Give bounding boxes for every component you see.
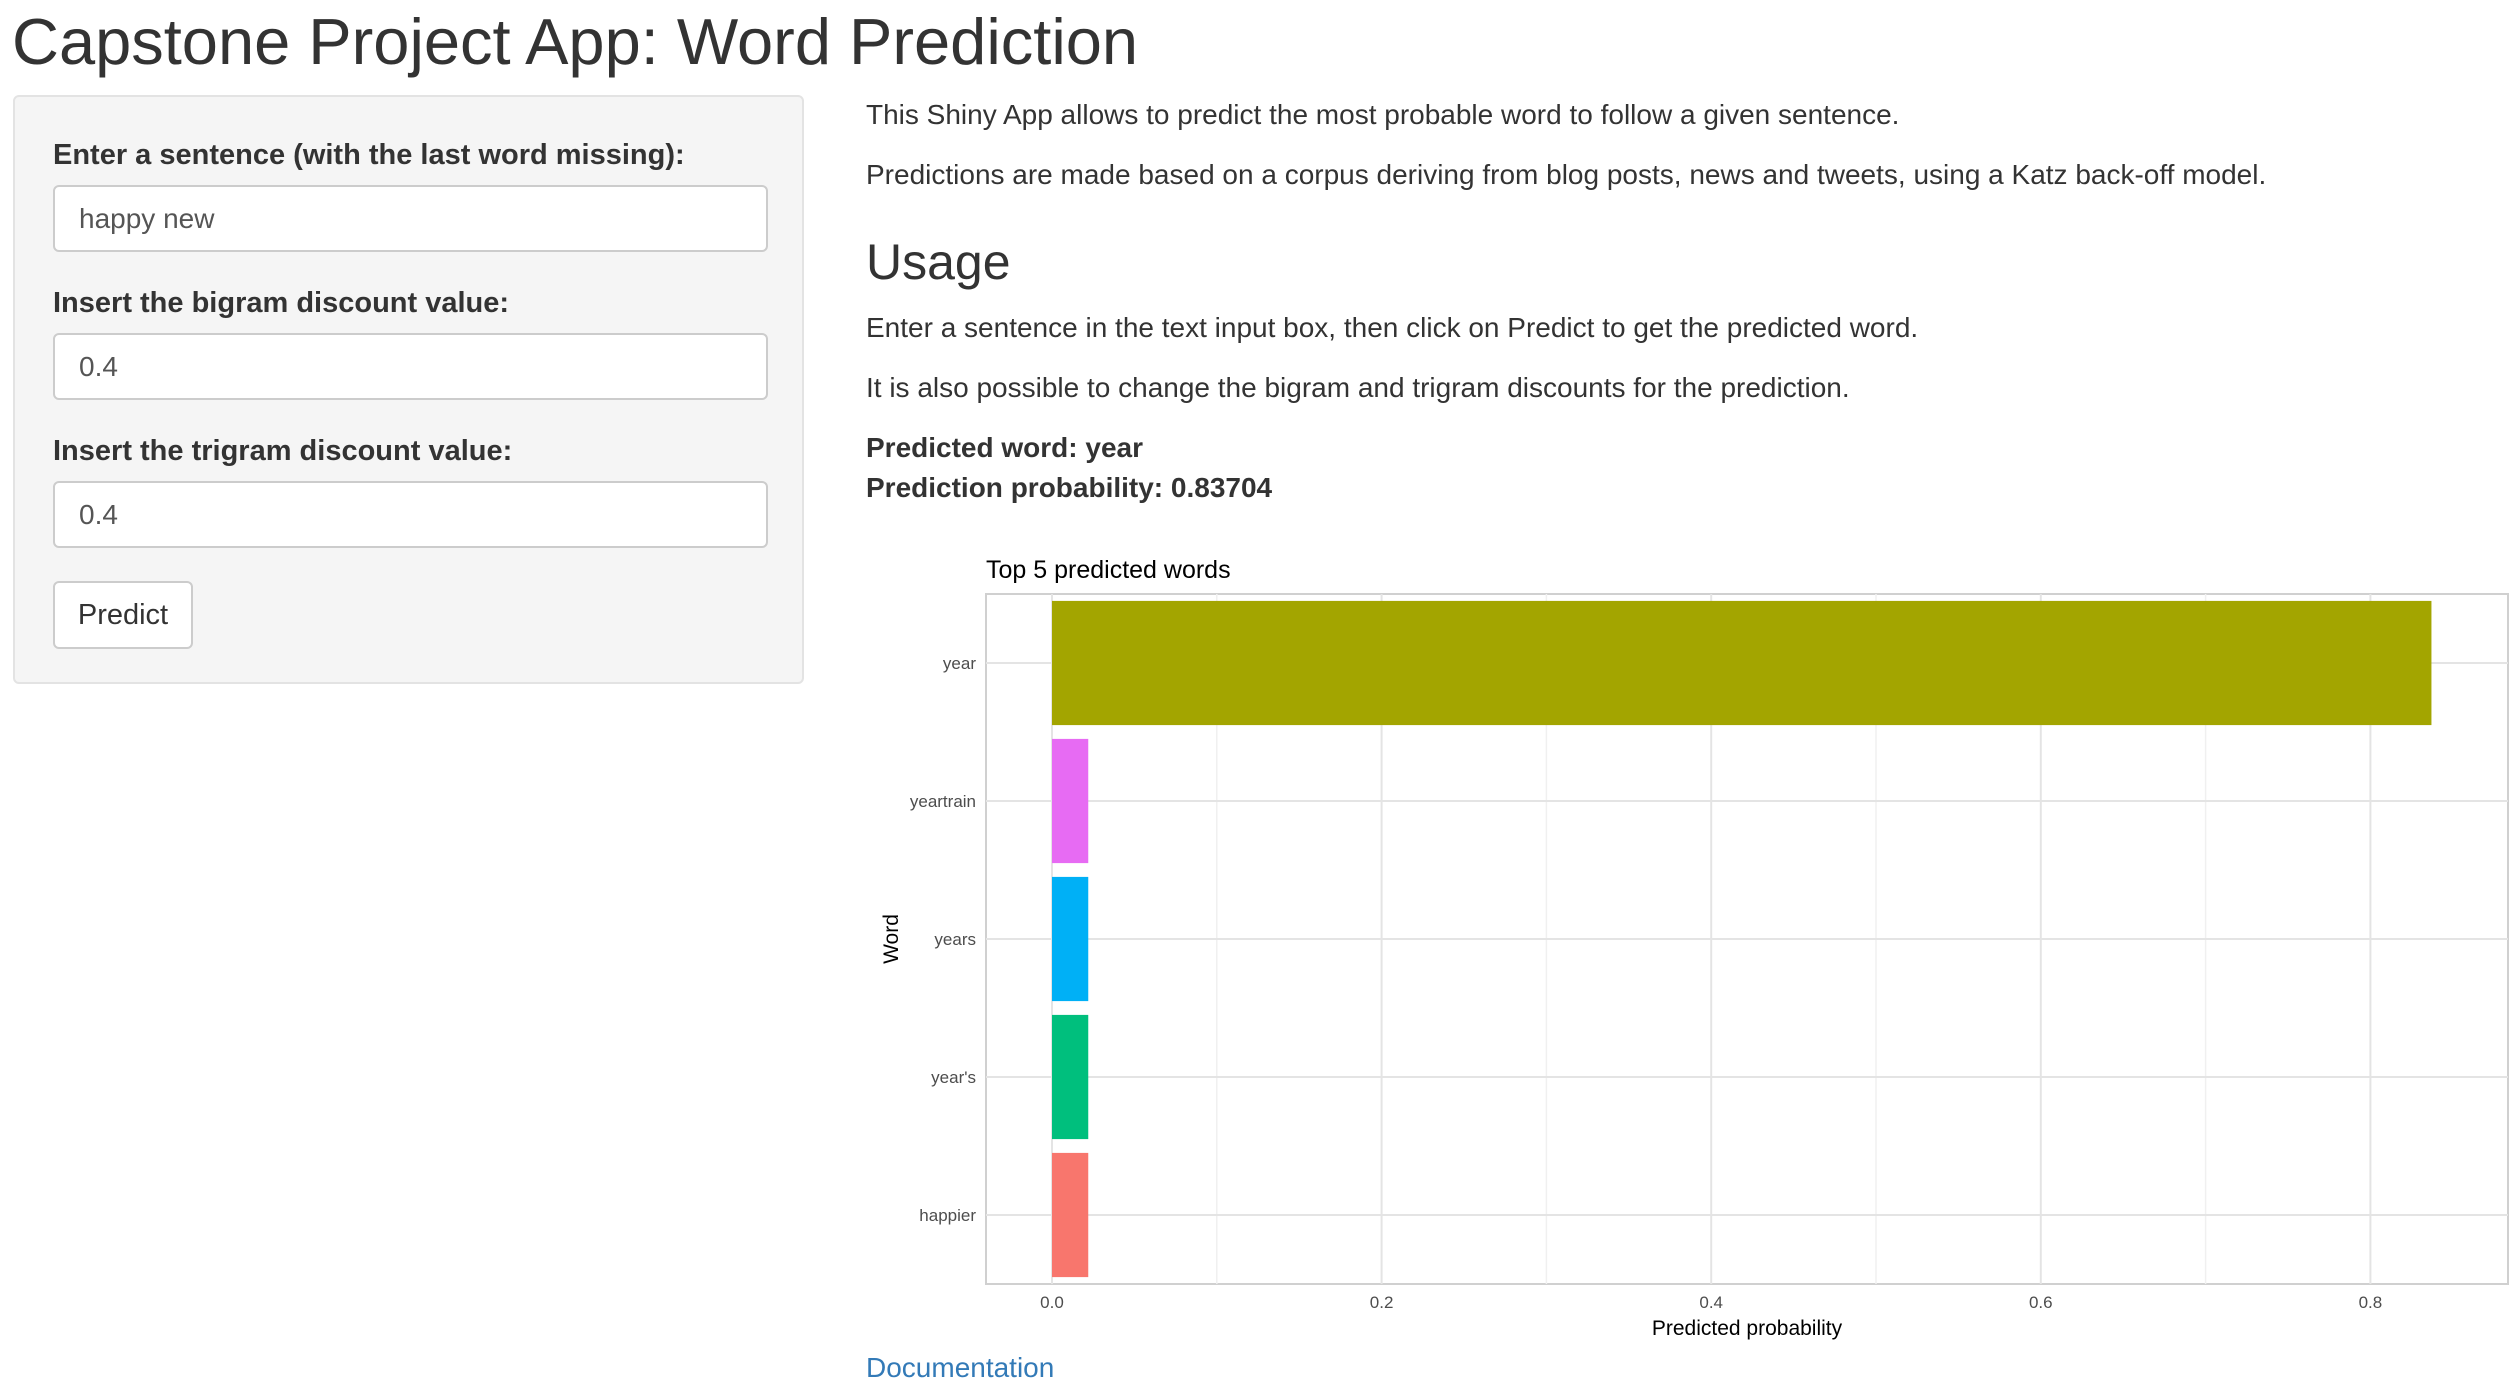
intro-text-2: Predictions are made based on a corpus d… xyxy=(866,159,2267,190)
usage-text-2: It is also possible to change the bigram… xyxy=(866,372,1850,403)
bar-year xyxy=(1052,600,2432,726)
sentence-label: Enter a sentence (with the last word mis… xyxy=(53,139,685,171)
bar-yeartrain xyxy=(1052,738,1089,864)
usage-text-1: Enter a sentence in the text input box, … xyxy=(866,312,1919,343)
y-tick-label: happier xyxy=(919,1206,976,1225)
x-tick-label: 0.8 xyxy=(2359,1293,2383,1312)
x-tick-label: 0.6 xyxy=(2029,1293,2053,1312)
x-axis-label: Predicted probability xyxy=(1652,1317,1843,1340)
bar-years xyxy=(1052,876,1089,1002)
usage-heading: Usage xyxy=(866,234,1011,290)
trigram-label: Insert the trigram discount value: xyxy=(53,435,513,467)
chart-title: Top 5 predicted words xyxy=(986,556,1231,584)
prediction-probability: Prediction probability: 0.83704 xyxy=(866,472,1273,503)
y-axis-label: Word xyxy=(880,914,903,964)
bigram-label: Insert the bigram discount value: xyxy=(53,287,510,319)
y-tick-label: yeartrain xyxy=(910,792,976,811)
y-tick-label: years xyxy=(934,930,976,949)
x-tick-label: 0.2 xyxy=(1370,1293,1394,1312)
sentence-input[interactable] xyxy=(53,185,768,252)
bar-year's xyxy=(1052,1014,1089,1140)
sidebar-panel: Enter a sentence (with the last word mis… xyxy=(13,95,804,684)
top-words-bar-chart: Top 5 predicted words year yeartrain years… xyxy=(880,556,2509,1340)
predicted-word: Predicted word: year xyxy=(866,432,1143,463)
intro-text-1: This Shiny App allows to predict the mos… xyxy=(866,99,1900,130)
bar-happier xyxy=(1052,1152,1089,1278)
trigram-discount-input[interactable] xyxy=(53,481,768,548)
x-tick-labels: 0.0 0.2 0.4 0.6 0.8 xyxy=(1040,1293,2382,1312)
y-tick-label: year xyxy=(943,654,976,673)
predict-button[interactable]: Predict xyxy=(53,581,193,649)
y-tick-label: year's xyxy=(931,1068,976,1087)
y-tick-labels: year yeartrain years year's happier xyxy=(910,654,976,1225)
documentation-link[interactable]: Documentation xyxy=(866,1350,1054,1386)
bigram-discount-input[interactable] xyxy=(53,333,768,400)
x-tick-label: 0.0 xyxy=(1040,1293,1064,1312)
x-tick-label: 0.4 xyxy=(1699,1293,1723,1312)
